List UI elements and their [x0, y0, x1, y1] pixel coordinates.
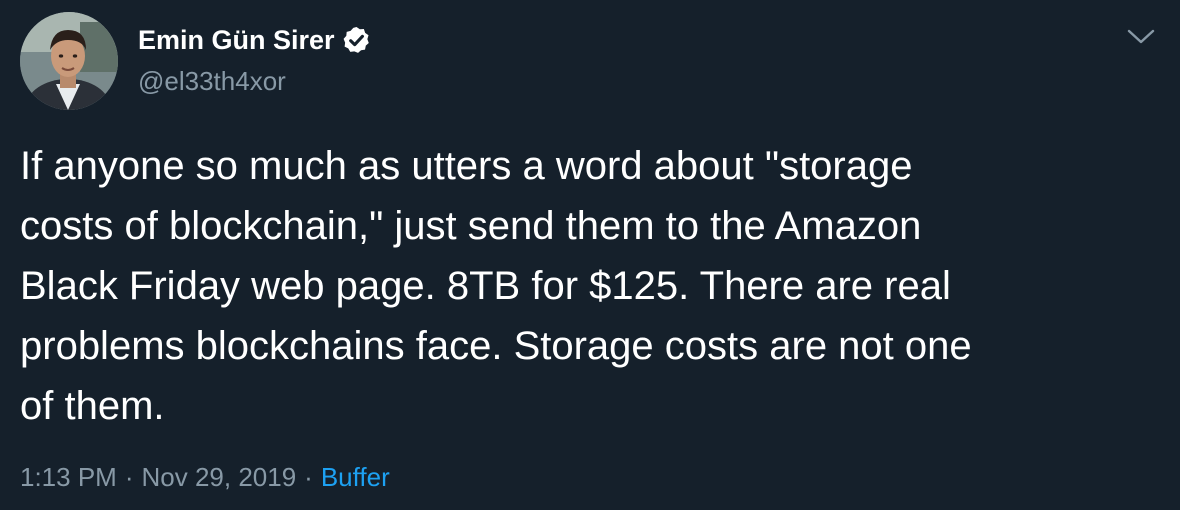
tweet-text-line: costs of blockchain," just send them to … [20, 204, 922, 248]
tweet-meta: 1:13 PM · Nov 29, 2019 · Buffer [20, 462, 390, 493]
tweet-text-line: If anyone so much as utters a word about… [20, 144, 913, 188]
chevron-down-icon[interactable] [1124, 22, 1158, 52]
meta-separator: · [124, 462, 134, 492]
tweet-text-line: Black Friday web page. 8TB for $125. The… [20, 264, 951, 308]
author-display-name[interactable]: Emin Gün Sirer [138, 25, 335, 56]
verified-badge-icon [341, 25, 372, 56]
tweet-card: Emin Gün Sirer @el33th4xor If anyone so … [0, 0, 1180, 510]
author-name-row: Emin Gün Sirer [138, 22, 372, 58]
meta-separator: · [304, 462, 313, 492]
avatar[interactable] [20, 12, 118, 110]
tweet-text: If anyone so much as utters a word about… [20, 136, 1170, 436]
tweet-source-link[interactable]: Buffer [321, 462, 390, 492]
tweet-time[interactable]: 1:13 PM [20, 462, 117, 492]
tweet-date[interactable]: Nov 29, 2019 [142, 462, 297, 492]
author-handle[interactable]: @el33th4xor [138, 66, 286, 97]
tweet-text-line: of them. [20, 384, 165, 428]
tweet-text-line: problems blockchains face. Storage costs… [20, 324, 972, 368]
